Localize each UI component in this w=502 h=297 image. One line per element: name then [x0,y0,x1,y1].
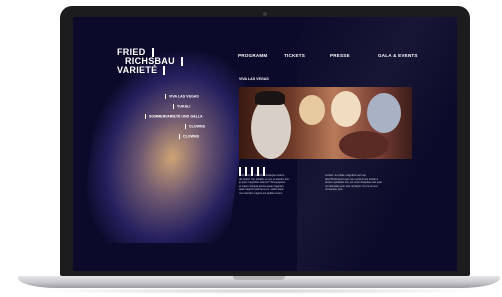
laptop-base [18,276,500,288]
subnav-item-sommervariete[interactable]: SOMMERVARIETÉ UND GALLA [145,114,203,119]
logo-line-3: VARIETÉ [117,66,183,75]
glow-visual [77,53,255,243]
top-navigation: PROGRAMM TICKETS PRESSE GALA & EVENTS [238,53,453,63]
text-column-2: socleet. Aut dilae magnibus aut reip tat… [325,174,382,192]
text-line: nonserspe prat. [325,188,344,192]
nav-tickets[interactable]: TICKETS [284,53,305,58]
subnav-item-clowns-2[interactable]: CLOWNS [179,134,199,139]
subnav-item-viva-las-vegas[interactable]: VIVA LAS VEGAS [165,94,199,99]
performer-figure [251,97,291,159]
nav-gala-events[interactable]: GALA & EVENTS [378,53,418,58]
hero-photo[interactable] [239,87,412,159]
text-line: rum stendre magnis aut aplitia conem [239,191,283,195]
hat-shape [255,91,285,105]
nav-programm[interactable]: PROGRAMM [238,53,267,58]
subnav-item-yukali[interactable]: YUKALI [173,104,190,109]
laptop-shadow [30,288,490,294]
performer-figure [339,131,389,159]
performer-figure [299,95,325,125]
nav-presse[interactable]: PRESSE [330,53,350,58]
decorative-bars [239,163,269,176]
website-screen: FRIED RICHSBAU VARIETÉ PROGRAMM TICKETS … [73,17,457,271]
site-logo[interactable]: FRIED RICHSBAU VARIETÉ [117,48,183,75]
camera-icon [263,12,267,16]
performer-figure [331,91,361,127]
subnav-item-clowns-1[interactable]: CLOWNS [185,124,205,129]
laptop-notch [233,276,285,280]
performer-figure [367,93,401,133]
text-column-1: Vetrumuntin. Vet alha nonseque cusfun- d… [239,174,289,196]
section-label: VIVA LAS VEGAS [239,77,269,81]
